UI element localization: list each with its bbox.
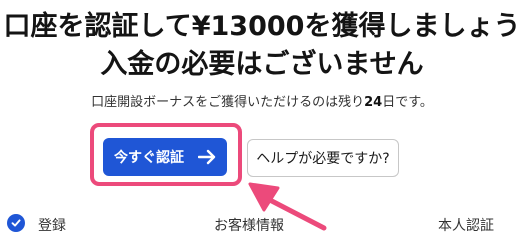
verify-now-label: 今すぐ認証 xyxy=(114,150,184,166)
check-circle-icon xyxy=(7,214,25,232)
progress-steps: 登録 お客様情報 本人認証 xyxy=(0,210,524,240)
days-remaining-count: 24 xyxy=(364,95,383,110)
subtext-before: 口座開設ボーナスをご獲得いただけるのは残り xyxy=(91,95,365,110)
step-identity-verification: 本人認証 xyxy=(438,218,494,234)
help-button[interactable]: ヘルプが必要ですか? xyxy=(247,139,399,177)
arrow-right-icon xyxy=(198,149,216,165)
headline-line-1: 口座を認証して¥13000を獲得しましょう xyxy=(3,11,521,42)
step-registration: 登録 xyxy=(38,218,66,234)
headline-line-2: 入金の必要はございません xyxy=(100,49,424,80)
step-customer-info: お客様情報 xyxy=(214,218,284,234)
help-button-label: ヘルプが必要ですか? xyxy=(256,151,390,167)
bonus-days-remaining-text: 口座開設ボーナスをご獲得いただけるのは残り24日です。 xyxy=(0,94,524,112)
subtext-after: 日です。 xyxy=(382,95,433,110)
headline: 口座を認証して¥13000を獲得しましょう 入金の必要はございません xyxy=(0,8,524,84)
verify-now-button[interactable]: 今すぐ認証 xyxy=(103,138,227,176)
